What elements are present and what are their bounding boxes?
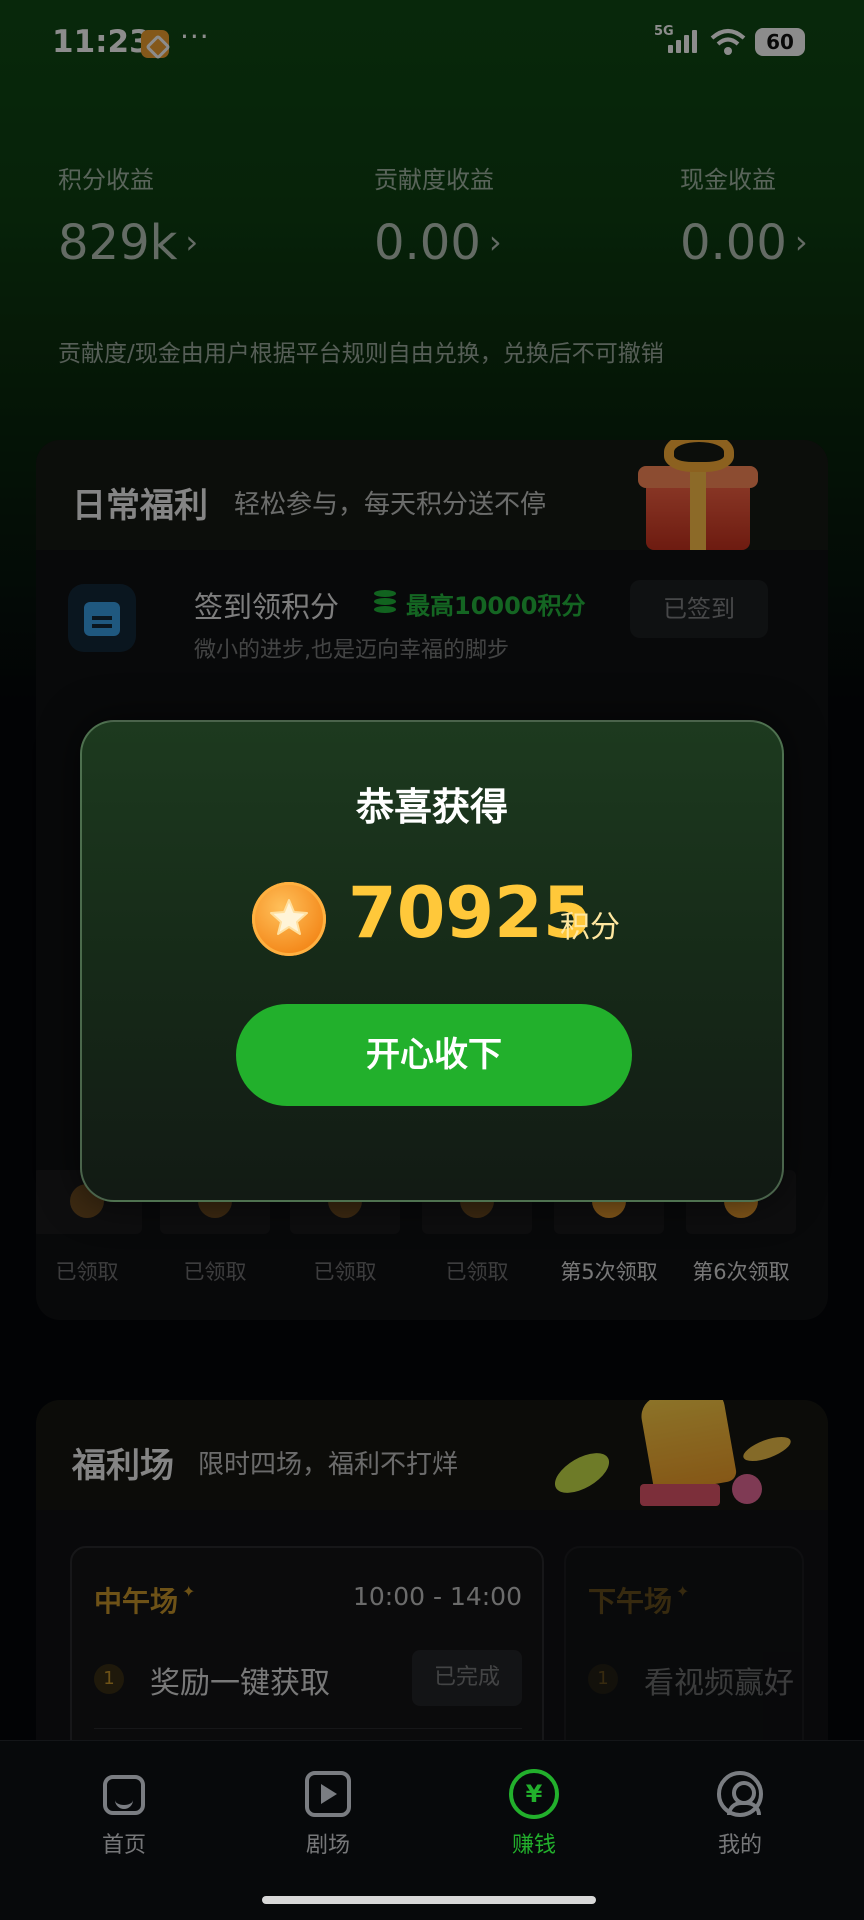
nav-label: 赚钱 [511, 1833, 556, 1858]
accept-reward-button[interactable]: 开心收下 [236, 1004, 632, 1106]
home-icon [99, 1769, 149, 1819]
reward-amount: 70925 [348, 872, 592, 954]
star-coin-icon [252, 882, 326, 956]
dialog-title: 恭喜获得 [355, 785, 508, 829]
nav-home[interactable]: 首页 [64, 1769, 184, 1859]
theater-icon [303, 1769, 353, 1819]
nav-label: 剧场 [305, 1833, 350, 1858]
profile-icon [715, 1769, 765, 1819]
reward-dialog: 恭喜获得 70925 积分 开心收下 [80, 720, 784, 1202]
yen-icon: ¥ [509, 1769, 559, 1819]
reward-unit: 积分 [560, 910, 620, 945]
bottom-nav: 首页 剧场 ¥ 赚钱 我的 [0, 1740, 864, 1920]
nav-label: 首页 [101, 1833, 146, 1858]
nav-theater[interactable]: 剧场 [268, 1769, 388, 1859]
nav-profile[interactable]: 我的 [680, 1769, 800, 1859]
home-indicator[interactable] [262, 1896, 596, 1904]
nav-label: 我的 [717, 1833, 762, 1858]
nav-earn[interactable]: ¥ 赚钱 [474, 1769, 594, 1859]
